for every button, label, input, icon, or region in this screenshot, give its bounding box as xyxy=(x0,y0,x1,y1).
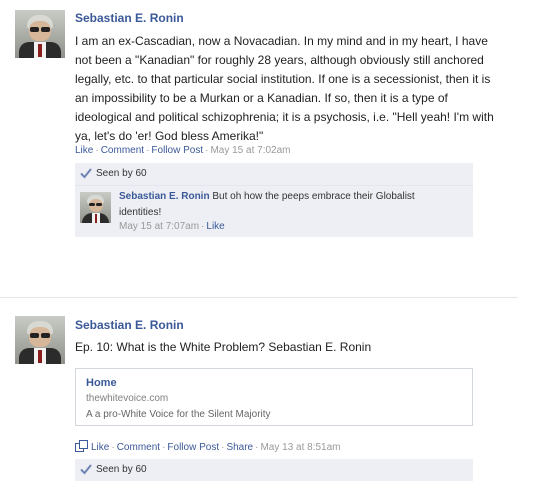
seen-by-bar[interactable]: Seen by 60 xyxy=(75,459,473,481)
post-actions: Like · Comment · Follow Post · May 15 at 7:02a… xyxy=(75,145,291,156)
seen-by-text: Seen by 60 xyxy=(96,464,147,475)
seen-by-text: Seen by 60 xyxy=(96,168,147,179)
post-timestamp[interactable]: May 15 at 7:02am xyxy=(210,145,290,156)
follow-post-link[interactable]: Follow Post xyxy=(167,442,219,453)
comment-author[interactable]: Sebastian E. Ronin xyxy=(119,191,210,202)
post-divider xyxy=(0,297,518,298)
comment-like-link[interactable]: Like xyxy=(206,221,224,232)
comment: Sebastian E. Ronin But oh how the peeps … xyxy=(75,185,473,237)
link-title[interactable]: Home xyxy=(86,377,117,389)
share-link[interactable]: Share xyxy=(226,442,253,453)
author-name[interactable]: Sebastian E. Ronin xyxy=(75,318,184,332)
follow-post-link[interactable]: Follow Post xyxy=(151,145,203,156)
comment-timestamp[interactable]: May 15 at 7:07am xyxy=(119,221,199,232)
seen-by-bar[interactable]: Seen by 60 xyxy=(75,163,473,185)
comment-link[interactable]: Comment xyxy=(117,442,160,453)
like-link[interactable]: Like xyxy=(75,145,93,156)
comment-text-block: Sebastian E. Ronin But oh how the peeps … xyxy=(119,189,459,221)
comment-link[interactable]: Comment xyxy=(101,145,144,156)
post-actions: Like · Comment · Follow Post · Share · May 13 at… xyxy=(75,440,341,453)
checkmark-icon xyxy=(80,168,92,179)
commenter-avatar[interactable] xyxy=(80,192,111,223)
link-preview[interactable]: Home thewhitevoice.com A a pro-White Voi… xyxy=(75,368,473,426)
author-avatar[interactable] xyxy=(15,10,65,58)
post-timestamp[interactable]: May 13 at 8:51am xyxy=(260,442,340,453)
post-text: Ep. 10: What is the White Problem? Sebas… xyxy=(75,340,372,354)
link-domain: thewhitevoice.com xyxy=(86,393,169,404)
author-name[interactable]: Sebastian E. Ronin xyxy=(75,11,184,25)
share-icon xyxy=(75,440,88,452)
author-avatar[interactable] xyxy=(15,316,65,364)
link-description: A a pro-White Voice for the Silent Major… xyxy=(86,409,271,420)
like-link[interactable]: Like xyxy=(91,442,109,453)
checkmark-icon xyxy=(80,464,92,475)
post-text: I am an ex-Cascadian, now a Novacadian. … xyxy=(75,34,494,143)
comment-meta: May 15 at 7:07am · Like xyxy=(119,221,225,232)
